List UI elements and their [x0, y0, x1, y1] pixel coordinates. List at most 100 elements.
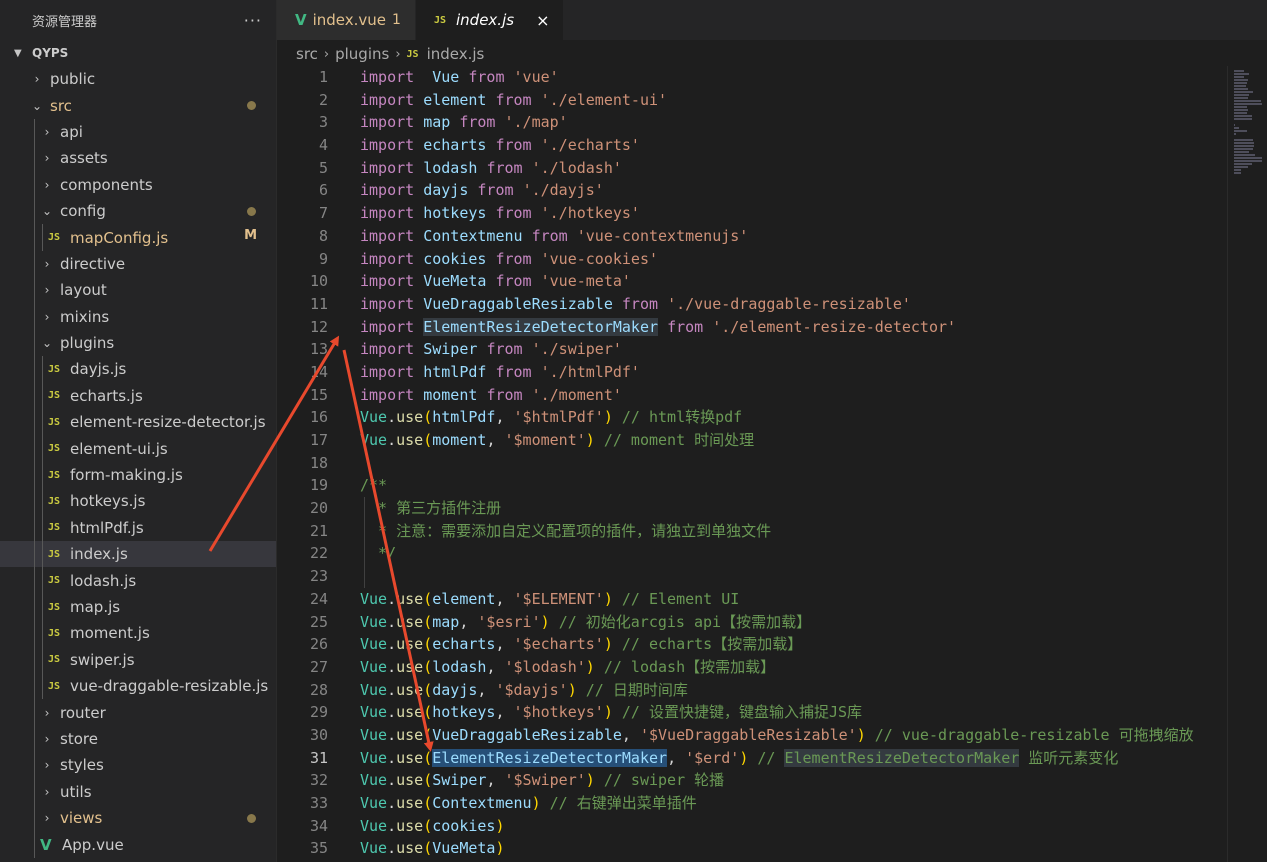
- minimap-line: [1234, 103, 1262, 105]
- chevron-right-icon: ›: [44, 124, 50, 139]
- code-token: Vue: [360, 816, 388, 835]
- indent-guide: [42, 567, 43, 594]
- file-element-resize-detector-js[interactable]: JS element-resize-detector.js: [0, 409, 276, 436]
- file-vue-draggable-resizable-js[interactable]: JS vue-draggable-resizable.js: [0, 672, 276, 700]
- file-form-making-js[interactable]: JS form-making.js: [0, 461, 276, 489]
- code-token: 'vue-meta': [540, 272, 631, 291]
- code-token: .: [387, 589, 397, 608]
- folder-layout[interactable]: › layout: [0, 277, 276, 304]
- folder-router[interactable]: › router: [0, 699, 276, 726]
- minimap[interactable]: [1227, 66, 1267, 862]
- code-token: 'vue-contextmenujs': [576, 226, 749, 245]
- breadcrumb-plugins[interactable]: plugins: [335, 45, 389, 63]
- folder-config[interactable]: ⌄ config: [0, 197, 276, 225]
- code-line: 29 Vue.use(hotkeys, '$hotkeys') // 设置快捷键，…: [277, 701, 1227, 724]
- workspace-root[interactable]: ▼ QYPS: [0, 40, 276, 66]
- folder-components[interactable]: › components: [0, 171, 276, 198]
- file-lodash-js[interactable]: JS lodash.js: [0, 567, 276, 594]
- minimap-line: [1234, 133, 1236, 135]
- code-text: import cookies from 'vue-cookies': [360, 248, 658, 271]
- line-number: 33: [309, 794, 328, 812]
- file-map-js[interactable]: JS map.js: [0, 593, 276, 621]
- tab-index-js[interactable]: JS index.js ×: [415, 0, 565, 40]
- code-token: ): [603, 589, 613, 608]
- file-dayjs-js[interactable]: JS dayjs.js: [0, 356, 276, 383]
- indent-guide: [42, 382, 43, 410]
- minimap-line: [1234, 85, 1247, 87]
- line-number: 17: [309, 431, 328, 449]
- file-htmlpdf-js[interactable]: JS htmlPdf.js: [0, 514, 276, 542]
- folder-styles[interactable]: › styles: [0, 752, 276, 779]
- code-token: /**: [360, 476, 388, 495]
- file-moment-js[interactable]: JS moment.js: [0, 620, 276, 647]
- file-index-js[interactable]: JS index.js: [0, 541, 276, 568]
- indent-guide: [42, 514, 43, 542]
- indent-guide: [42, 224, 43, 251]
- code-token: './dayjs': [522, 181, 604, 200]
- code-token: Vue: [360, 657, 388, 676]
- chevron-down-icon: ⌄: [41, 204, 53, 219]
- problem-count-badge: 1: [392, 12, 401, 28]
- code-token: //: [757, 748, 785, 767]
- code-token: ): [603, 635, 613, 654]
- file-hotkeys-js[interactable]: JS hotkeys.js: [0, 488, 276, 515]
- folder-src[interactable]: ⌄ src: [0, 92, 276, 118]
- code-token: lodash: [432, 657, 487, 676]
- file-element-ui-js[interactable]: JS element-ui.js: [0, 435, 276, 462]
- folder-api[interactable]: › api: [0, 118, 276, 146]
- code-token: echarts: [423, 136, 487, 155]
- code-text: import Contextmenu from 'vue-contextmenu…: [360, 225, 748, 248]
- line-number: 14: [309, 362, 328, 381]
- code-token: use: [396, 771, 424, 790]
- code-token: ,: [486, 431, 505, 449]
- minimap-line: [1234, 109, 1248, 111]
- chevron-right-icon: ›: [44, 811, 50, 826]
- code-line: 18: [277, 452, 1227, 475]
- folder-store[interactable]: › store: [0, 725, 276, 753]
- breadcrumb-file[interactable]: index.js: [427, 45, 485, 63]
- code-token: (: [423, 657, 433, 676]
- folder-plugins[interactable]: ⌄ plugins: [0, 329, 276, 357]
- folder-mixins[interactable]: › mixins: [0, 303, 276, 330]
- breadcrumb-src[interactable]: src: [296, 45, 318, 63]
- file-swiper-js[interactable]: JS swiper.js: [0, 646, 276, 673]
- file-app-vue[interactable]: V App.vue: [0, 831, 276, 858]
- js-file-icon: JS: [48, 469, 61, 481]
- code-token: Contextmenu: [432, 794, 532, 812]
- folder-public[interactable]: › public: [0, 66, 276, 92]
- tree-item-label: mixins: [60, 307, 110, 326]
- line-number: 26: [309, 635, 328, 654]
- close-icon[interactable]: ×: [536, 11, 549, 30]
- line-number: 35: [309, 839, 328, 858]
- code-line: 33 Vue.use(Contextmenu) // 右键弹出菜单插件: [277, 792, 1227, 815]
- indent-guide: [34, 435, 35, 462]
- code-token: from: [477, 181, 514, 200]
- folder-views[interactable]: › views: [0, 804, 276, 832]
- tree-item-label: htmlPdf.js: [70, 518, 144, 537]
- minimap-line: [1234, 142, 1254, 144]
- file-mapconfig-js[interactable]: JS mapConfig.js M: [0, 224, 276, 251]
- code-token: '$Swiper': [504, 771, 586, 790]
- line-number: 31: [309, 748, 328, 767]
- code-token: from: [459, 113, 496, 132]
- code-editor[interactable]: 1 import Vue from 'vue' 2 import element fr…: [277, 66, 1227, 862]
- ellipsis-icon[interactable]: ···: [244, 11, 262, 30]
- folder-assets[interactable]: › assets: [0, 145, 276, 172]
- code-token: ): [531, 794, 541, 812]
- tab-index-vue[interactable]: V index.vue 1: [277, 0, 416, 40]
- file-echarts-js[interactable]: JS echarts.js: [0, 382, 276, 410]
- folder-utils[interactable]: › utils: [0, 778, 276, 805]
- code-token: // 右键弹出菜单插件: [549, 794, 697, 812]
- folder-directive[interactable]: › directive: [0, 250, 276, 278]
- code-token: ,: [495, 635, 514, 654]
- chevron-down-icon: ⌄: [41, 336, 53, 351]
- indent-guide: [42, 461, 43, 489]
- code-token: from: [621, 294, 659, 313]
